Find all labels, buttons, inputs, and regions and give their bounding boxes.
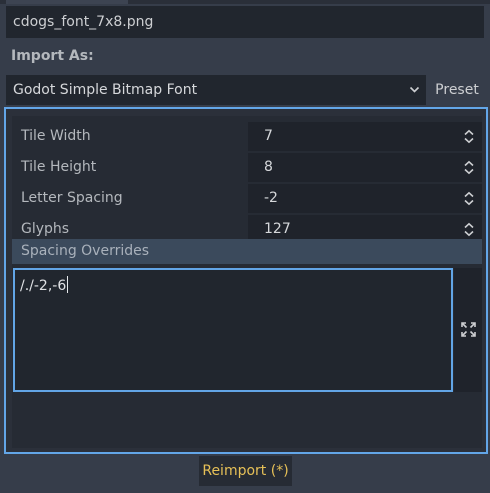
import-as-label: Import As: (11, 48, 94, 64)
glyphs-value: 127 (264, 221, 291, 237)
spacing-overrides-value: /./-2,-6 (20, 278, 67, 294)
spacing-overrides-textarea[interactable]: /./-2,-6 (13, 268, 453, 392)
property-row-letter-spacing: Letter Spacing -2 (12, 184, 482, 213)
importer-selected-value: Godot Simple Bitmap Font (13, 82, 198, 98)
tile-height-spinbox[interactable]: 8 (248, 153, 482, 182)
reimport-button[interactable]: Reimport (*) (199, 456, 292, 486)
property-label-tile-height: Tile Height (21, 159, 97, 175)
file-name-field: cdogs_font_7x8.png (6, 6, 484, 38)
preset-button[interactable]: Preset (430, 75, 484, 105)
active-tab-indicator (6, 0, 128, 4)
tile-width-value: 7 (264, 128, 273, 144)
expand-icon[interactable] (461, 322, 476, 337)
spacing-overrides-header: Spacing Overrides (12, 239, 482, 264)
tile-height-value: 8 (264, 159, 273, 175)
importer-dropdown[interactable]: Godot Simple Bitmap Font (6, 75, 426, 105)
spinner-updown-icon[interactable] (463, 129, 475, 144)
property-label-tile-width: Tile Width (21, 128, 91, 144)
import-options-inspector: Tile Width 7 Tile Height 8 Letter Spacin… (12, 116, 482, 448)
spinner-updown-icon[interactable] (463, 191, 475, 206)
spinner-updown-icon[interactable] (463, 222, 475, 237)
import-options-panel: Tile Width 7 Tile Height 8 Letter Spacin… (4, 107, 488, 454)
expand-strip (454, 268, 482, 392)
chevron-down-icon (409, 86, 420, 93)
tile-width-spinbox[interactable]: 7 (248, 122, 482, 151)
letter-spacing-value: -2 (264, 190, 278, 206)
property-label-letter-spacing: Letter Spacing (21, 190, 123, 206)
spinner-updown-icon[interactable] (463, 160, 475, 175)
letter-spacing-spinbox[interactable]: -2 (248, 184, 482, 213)
spacing-overrides-text: /./-2,-6 (20, 276, 69, 295)
text-caret (67, 276, 69, 293)
property-row-tile-height: Tile Height 8 (12, 153, 482, 182)
property-row-tile-width: Tile Width 7 (12, 122, 482, 151)
top-tab-strip (0, 0, 490, 4)
